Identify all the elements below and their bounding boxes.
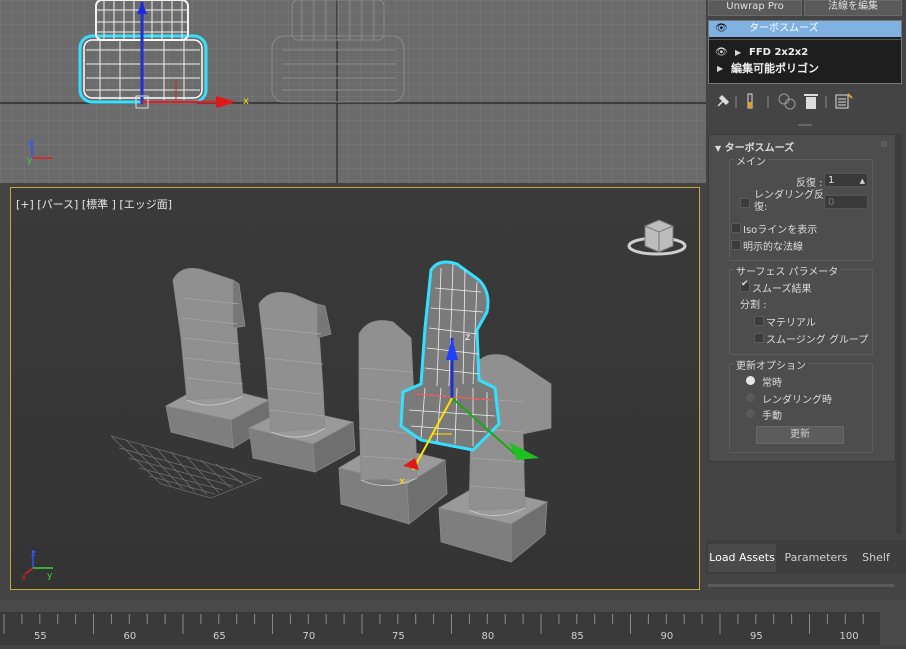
- update-button[interactable]: 更新: [756, 426, 844, 444]
- bottom-tab-bar: Load Assets Parameters Shelf: [706, 540, 906, 587]
- surface-group-title: サーフェス パラメータ: [734, 263, 841, 278]
- stack-item-label: FFD 2x2x2: [749, 47, 809, 58]
- tab-shelf[interactable]: Shelf: [854, 544, 898, 572]
- stack-divider: [709, 39, 901, 40]
- panel-resize-handle[interactable]: [798, 124, 812, 126]
- separate-label: 分割 :: [740, 300, 767, 311]
- smooth-result-label: スムーズ結果: [752, 284, 812, 295]
- tab-parameters[interactable]: Parameters: [782, 544, 850, 572]
- mesh-object-1[interactable]: [164, 267, 274, 449]
- update-options-title: 更新オプション: [734, 357, 808, 372]
- show-end-result-icon[interactable]: [747, 93, 753, 109]
- update-render-radio[interactable]: [746, 393, 755, 402]
- spinner-arrows-icon[interactable]: ▲: [860, 174, 865, 188]
- smoothing-groups-label: スムージング グループ: [766, 335, 869, 346]
- materials-label: マテリアル: [766, 318, 816, 329]
- unwrap-pro-button[interactable]: Unwrap Pro: [708, 0, 802, 16]
- time-ruler-svg: 55 60 65 70 75 80 85 90 95 100: [3, 614, 864, 642]
- ruler-tick-label: 95: [750, 631, 763, 642]
- perspective-viewport[interactable]: z x z y x [+] [パース] [標準 ] [エッジ面]: [10, 187, 700, 590]
- isoline-checkbox[interactable]: [731, 223, 741, 233]
- update-manual-radio[interactable]: [746, 409, 755, 418]
- update-always-label: 常時: [762, 378, 782, 389]
- main-group-title: メイン: [734, 153, 768, 168]
- surface-group: サーフェス パラメータ ✔ スムーズ結果 分割 : マテリアル スムージング グ…: [729, 263, 873, 355]
- gizmo-x-label: x: [399, 476, 405, 487]
- ruler-tick-label: 65: [213, 631, 226, 642]
- isoline-label: Isoラインを表示: [743, 225, 818, 236]
- ruler-tick-label: 55: [34, 631, 47, 642]
- update-manual-label: 手動: [762, 411, 782, 422]
- top-axis-y-label: y: [27, 156, 33, 166]
- explicit-normals-checkbox[interactable]: [731, 240, 741, 250]
- modifier-stack[interactable]: 👁 ターボスムーズ 👁 ▶ FFD 2x2x2 ▶ 編集可能ポリゴン: [708, 20, 902, 84]
- render-iters-label: レンダリング反 復:: [754, 190, 824, 213]
- viewcube[interactable]: [627, 219, 687, 256]
- stack-item-ffd[interactable]: 👁 ▶ FFD 2x2x2: [709, 45, 901, 61]
- persp-axis-y-label: y: [47, 571, 53, 581]
- update-render-label: レンダリング時: [762, 395, 832, 406]
- iterations-label: 反復 :: [796, 178, 823, 189]
- expand-arrow-icon[interactable]: ▶: [735, 45, 741, 61]
- persp-axis-z-label: z: [31, 549, 36, 559]
- ruler-tick-label: 85: [571, 631, 584, 642]
- perspective-canvas: z x z y x: [21, 219, 687, 583]
- command-panel: Unwrap Pro 法線を編集 👁 ターボスムーズ 👁 ▶ FFD 2x2x2…: [706, 0, 906, 600]
- pin-stack-icon[interactable]: [717, 94, 730, 107]
- gizmo-z-label: z: [465, 332, 470, 343]
- stack-item-label: 編集可能ポリゴン: [731, 62, 819, 75]
- checkmark-icon: ✔: [741, 279, 749, 289]
- top-axis-z-label: z: [28, 139, 33, 149]
- viewport-label-menu[interactable]: [+] [パース] [標準 ] [エッジ面]: [16, 196, 172, 212]
- eye-icon[interactable]: 👁: [715, 45, 728, 61]
- tab-load-assets[interactable]: Load Assets: [708, 544, 776, 572]
- mesh-object-2[interactable]: [247, 291, 356, 473]
- configure-modifier-sets-icon[interactable]: [835, 93, 853, 109]
- stack-item-turbosmooth[interactable]: 👁 ターボスムーズ: [709, 21, 901, 37]
- ruler-tick-label: 75: [392, 631, 405, 642]
- expand-arrow-icon[interactable]: ▶: [717, 61, 723, 77]
- iterations-value: 1: [828, 175, 835, 186]
- persp-axis-x-label: x: [21, 573, 27, 583]
- update-options-group: 更新オプション 常時 レンダリング時 手動 更新: [729, 357, 873, 453]
- render-iters-checkbox[interactable]: [740, 198, 750, 208]
- time-ruler[interactable]: 55 60 65 70 75 80 85 90 95 100: [0, 612, 880, 645]
- edit-normals-button[interactable]: 法線を編集: [804, 0, 902, 16]
- eye-icon[interactable]: 👁: [715, 21, 728, 37]
- panel-scrollbar[interactable]: [896, 134, 902, 534]
- make-unique-icon[interactable]: [778, 93, 796, 110]
- tab-scrollbar[interactable]: [708, 584, 894, 587]
- ruler-tick-label: 70: [303, 631, 316, 642]
- top-viewport[interactable]: x z y: [0, 0, 706, 183]
- ruler-tick-label: 100: [840, 631, 859, 642]
- top-axis-x-label: x: [243, 96, 249, 107]
- rollout-title[interactable]: ▼ ターボスムーズ: [715, 139, 794, 154]
- ruler-tick-label: 90: [661, 631, 674, 642]
- stack-item-editable-poly[interactable]: ▶ 編集可能ポリゴン: [709, 61, 901, 77]
- materials-checkbox[interactable]: [754, 316, 764, 326]
- remove-modifier-icon[interactable]: [804, 94, 818, 109]
- stack-item-label: ターボスムーズ: [749, 23, 819, 34]
- render-iters-value: 0: [828, 197, 835, 208]
- iterations-spinner[interactable]: 1 ▲: [824, 173, 868, 187]
- render-iters-spinner[interactable]: 0: [824, 195, 868, 209]
- smoothing-groups-checkbox[interactable]: [754, 333, 764, 343]
- ground-grid: [110, 435, 263, 499]
- smooth-result-checkbox[interactable]: ✔: [740, 279, 750, 292]
- update-always-radio[interactable]: [746, 376, 755, 385]
- stack-toolbar: [717, 93, 853, 110]
- collapse-arrow-icon[interactable]: ▼: [715, 144, 721, 153]
- ruler-tick-label: 80: [482, 631, 495, 642]
- ruler-tick-label: 60: [124, 631, 137, 642]
- explicit-normals-label: 明示的な法線: [743, 242, 803, 253]
- turbosmooth-rollout: ▼ ターボスムーズ メイン 反復 : 1 ▲ レンダリング反 復: 0 Isoラ…: [708, 134, 896, 462]
- rollout-handle-icon[interactable]: [881, 141, 887, 147]
- top-viewport-canvas: x z y: [0, 0, 706, 183]
